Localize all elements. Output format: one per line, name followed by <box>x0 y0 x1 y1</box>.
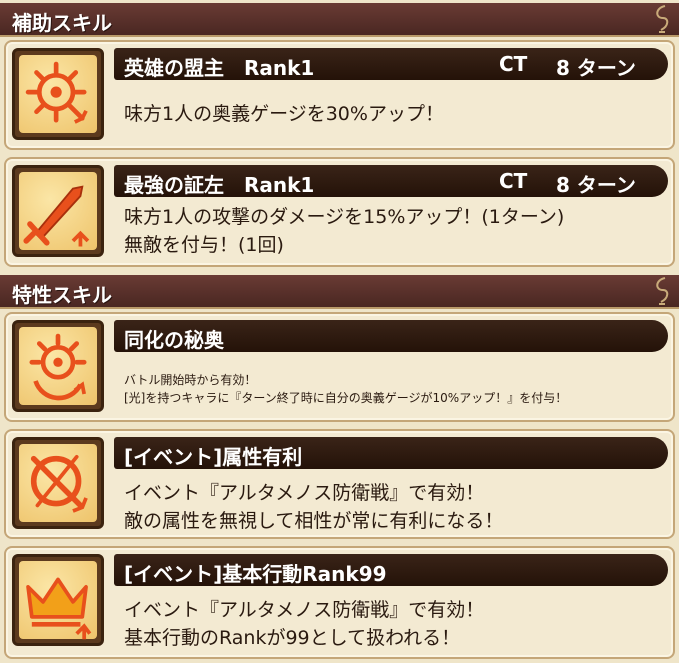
swirl-ornament-icon <box>656 5 669 33</box>
skill-name: 英雄の盟主 Rank1 <box>124 56 315 80</box>
skill-icon-frame <box>12 165 104 257</box>
skill-title-bar: 最強の証左 Rank1 CT 8 ターン <box>114 165 668 197</box>
ct-label: CT <box>499 52 528 76</box>
skill-card: [イベント]属性有利 イベント『アルタメノス防衛戦』で有効！ 敵の属性を無視して… <box>4 429 675 539</box>
skill-card: 最強の証左 Rank1 CT 8 ターン 味方1人の攻撃のダメージを15%アップ… <box>4 157 675 267</box>
sword-arrow-icon <box>23 185 90 247</box>
ct-value: 8 ターン <box>556 173 636 197</box>
skill-title-bar: [イベント]基本行動Rank99 <box>114 554 668 586</box>
sun-arrow-icon <box>25 61 88 124</box>
skill-description: 味方1人の奥義ゲージを30%アップ！ <box>124 103 444 125</box>
skill-icon-frame <box>12 48 104 140</box>
skill-card: 同化の秘奥 バトル開始時から有効！ [光]を持つキャラに『ターン終了時に自分の奥… <box>4 312 675 422</box>
skill-description-line: イベント『アルタメノス防衛戦』で有効！ <box>124 482 485 504</box>
crown-arrow-icon <box>26 577 92 640</box>
skill-icon-frame <box>12 554 104 646</box>
skill-description-line: 敵の属性を無視して相性が常に有利になる！ <box>124 510 504 532</box>
skill-description-line: 無敵を付与！(1回) <box>124 234 284 256</box>
skill-icon-frame <box>12 437 104 529</box>
skill-name: [イベント]属性有利 <box>124 445 303 469</box>
skill-description-line: イベント『アルタメノス防衛戦』で有効！ <box>124 599 485 621</box>
skill-name: [イベント]基本行動Rank99 <box>124 562 387 586</box>
section-header-trait: 特性スキル <box>0 275 679 309</box>
skill-card: 英雄の盟主 Rank1 CT 8 ターン 味方1人の奥義ゲージを30%アップ！ <box>4 40 675 150</box>
section-header-support: 補助スキル <box>0 3 679 37</box>
skill-card: [イベント]基本行動Rank99 イベント『アルタメノス防衛戦』で有効！ 基本行… <box>4 546 675 659</box>
skill-title-bar: [イベント]属性有利 <box>114 437 668 469</box>
section-title: 補助スキル <box>12 11 112 35</box>
swirl-ornament-icon <box>656 277 669 305</box>
skill-title-bar: 英雄の盟主 Rank1 CT 8 ターン <box>114 48 668 80</box>
skill-name: 同化の秘奥 <box>124 328 224 352</box>
ct-label: CT <box>499 169 528 193</box>
skill-description-line: 基本行動のRankが99として扱われる！ <box>124 627 461 649</box>
ct-value: 8 ターン <box>556 56 636 80</box>
skill-description-line: 味方1人の攻撃のダメージを15%アップ！(1ターン) <box>124 206 565 228</box>
skill-icon-frame <box>12 320 104 412</box>
circle-arrow-icon <box>30 454 88 513</box>
skill-title-bar: 同化の秘奥 <box>114 320 668 352</box>
skill-name: 最強の証左 Rank1 <box>124 173 315 197</box>
skill-description-line: バトル開始時から有効！ <box>124 373 257 387</box>
section-title: 特性スキル <box>12 283 112 307</box>
skill-description-line: [光]を持つキャラに『ターン終了時に自分の奥義ゲージが10%アップ！』を付与！ <box>124 391 568 405</box>
sun-cycle-arrow-icon <box>29 333 87 401</box>
